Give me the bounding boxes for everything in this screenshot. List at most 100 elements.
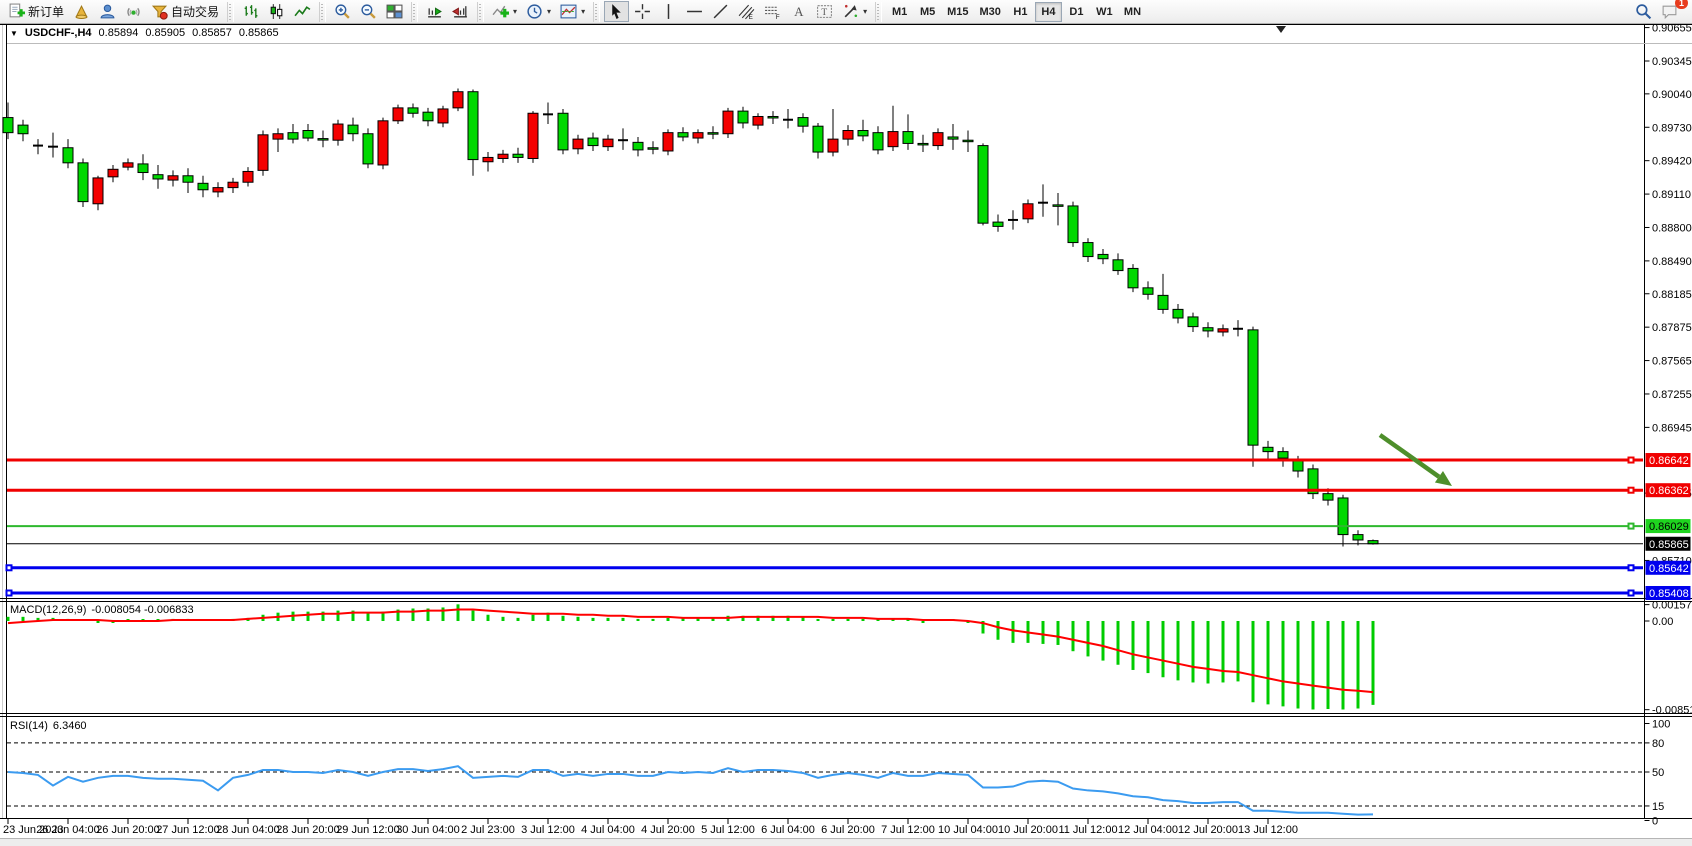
horizontal-line-icon xyxy=(686,3,703,20)
timeframe-button-M1[interactable]: M1 xyxy=(886,2,913,22)
svg-text:F: F xyxy=(776,14,780,20)
timeframe-button-MN[interactable]: MN xyxy=(1119,2,1146,22)
toolbar-separator xyxy=(593,2,600,22)
timeframe-button-M5[interactable]: M5 xyxy=(914,2,941,22)
dropdown-caret-icon: ▾ xyxy=(581,7,585,16)
svg-text:50: 50 xyxy=(1652,767,1664,779)
chart-canvas[interactable]: 0.906550.903450.900400.897300.894200.891… xyxy=(0,0,1692,846)
bar-chart-icon xyxy=(242,3,259,20)
svg-text:100: 100 xyxy=(1652,719,1670,731)
tile-windows-icon xyxy=(386,3,403,20)
fibonacci-icon: F xyxy=(764,3,781,20)
trendline-icon xyxy=(712,3,729,20)
zoom-in-icon xyxy=(334,3,351,20)
indicators-button[interactable]: ▾ xyxy=(488,1,521,22)
svg-text:0.88490: 0.88490 xyxy=(1652,256,1692,268)
high-value: 0.85905 xyxy=(145,27,185,39)
text-tool-button[interactable]: A xyxy=(786,1,811,22)
fibonacci-tool-button[interactable]: F xyxy=(760,1,785,22)
svg-text:0.86945: 0.86945 xyxy=(1652,422,1692,434)
crosshair-tool-button[interactable] xyxy=(630,1,655,22)
svg-text:0.89420: 0.89420 xyxy=(1652,156,1692,168)
timeframe-button-M30[interactable]: M30 xyxy=(975,2,1006,22)
arrows-tool-button[interactable]: ▾ xyxy=(838,1,871,22)
auto-scroll-button[interactable] xyxy=(422,1,447,22)
zoom-in-button[interactable] xyxy=(330,1,355,22)
svg-text:0.88800: 0.88800 xyxy=(1652,222,1692,234)
svg-text:6 Jul 20:00: 6 Jul 20:00 xyxy=(821,824,875,836)
svg-text:2 Jul 23:00: 2 Jul 23:00 xyxy=(461,824,515,836)
search-button[interactable] xyxy=(1631,1,1656,22)
timeframe-button-W1[interactable]: W1 xyxy=(1091,2,1118,22)
profile-icon xyxy=(99,3,116,20)
svg-text:13 Jul 12:00: 13 Jul 12:00 xyxy=(1238,824,1298,836)
svg-text:12 Jul 04:00: 12 Jul 04:00 xyxy=(1118,824,1178,836)
timeframe-button-H4[interactable]: H4 xyxy=(1035,2,1062,22)
periods-button[interactable]: ▾ xyxy=(522,1,555,22)
trendline-tool-button[interactable] xyxy=(708,1,733,22)
signals-icon xyxy=(125,3,142,20)
toolbar-separator xyxy=(227,2,234,22)
templates-button[interactable]: ▾ xyxy=(556,1,589,22)
toolbar-separator xyxy=(319,2,326,22)
autotrading-button[interactable]: 自动交易 xyxy=(147,1,223,22)
text-label-icon: T xyxy=(816,3,833,20)
toolbar-separator xyxy=(411,2,418,22)
charts-button[interactable] xyxy=(69,1,94,22)
svg-text:3 Jul 12:00: 3 Jul 12:00 xyxy=(521,824,575,836)
svg-text:10 Jul 20:00: 10 Jul 20:00 xyxy=(998,824,1058,836)
zoom-out-button[interactable] xyxy=(356,1,381,22)
svg-text:0.85642: 0.85642 xyxy=(1649,563,1689,575)
svg-text:11 Jul 12:00: 11 Jul 12:00 xyxy=(1058,824,1117,836)
new-order-label: 新订单 xyxy=(28,3,64,20)
symbol-period-label: USDCHF-,H4 xyxy=(25,27,92,39)
chat-button[interactable]: 1 xyxy=(1657,1,1682,22)
candlestick-chart-type-button[interactable] xyxy=(264,1,289,22)
svg-text:0.87875: 0.87875 xyxy=(1652,322,1692,334)
timeframe-button-H1[interactable]: H1 xyxy=(1007,2,1034,22)
svg-text:0.86362: 0.86362 xyxy=(1649,485,1689,497)
open-value: 0.85894 xyxy=(99,27,139,39)
svg-text:0.86642: 0.86642 xyxy=(1649,455,1689,467)
svg-text:0.89110: 0.89110 xyxy=(1652,189,1691,201)
svg-text:0.90345: 0.90345 xyxy=(1652,56,1692,68)
toolbar: 新订单 自动交易 xyxy=(0,0,1692,24)
svg-text:0.90040: 0.90040 xyxy=(1652,89,1692,101)
svg-text:4 Jul 04:00: 4 Jul 04:00 xyxy=(581,824,635,836)
svg-text:28 Jun 04:00: 28 Jun 04:00 xyxy=(216,824,280,836)
svg-text:30 Jun 04:00: 30 Jun 04:00 xyxy=(396,824,460,836)
svg-text:80: 80 xyxy=(1652,738,1664,750)
svg-text:0.85865: 0.85865 xyxy=(1649,539,1689,551)
text-label-tool-button[interactable]: T xyxy=(812,1,837,22)
signals-button[interactable] xyxy=(121,1,146,22)
svg-text:28 Jun 20:00: 28 Jun 20:00 xyxy=(276,824,340,836)
svg-text:10 Jul 04:00: 10 Jul 04:00 xyxy=(938,824,998,836)
horizontal-line-tool-button[interactable] xyxy=(682,1,707,22)
svg-text:0.90655: 0.90655 xyxy=(1652,23,1692,35)
timeframe-button-D1[interactable]: D1 xyxy=(1063,2,1090,22)
svg-text:15: 15 xyxy=(1652,801,1664,813)
equidistant-channel-icon: E xyxy=(738,3,755,20)
dropdown-caret-icon: ▾ xyxy=(863,7,867,16)
candlestick-icon xyxy=(268,3,285,20)
new-order-button[interactable]: 新订单 xyxy=(4,1,68,22)
cursor-tool-button[interactable] xyxy=(604,1,629,22)
vertical-line-tool-button[interactable] xyxy=(656,1,681,22)
chart-menu-triangle-icon[interactable]: ▼ xyxy=(10,29,18,38)
rsi-indicator-label: RSI(14)6.3460 xyxy=(10,720,87,732)
bar-chart-type-button[interactable] xyxy=(238,1,263,22)
autotrading-label: 自动交易 xyxy=(171,3,219,20)
svg-text:0.001573: 0.001573 xyxy=(1652,600,1692,612)
tile-windows-button[interactable] xyxy=(382,1,407,22)
line-chart-type-button[interactable] xyxy=(290,1,315,22)
profile-button[interactable] xyxy=(95,1,120,22)
svg-text:12 Jul 20:00: 12 Jul 20:00 xyxy=(1178,824,1238,836)
gold-cone-icon xyxy=(73,3,90,20)
clock-icon xyxy=(526,3,543,20)
channel-tool-button[interactable]: E xyxy=(734,1,759,22)
svg-text:6 Jul 04:00: 6 Jul 04:00 xyxy=(761,824,815,836)
chart-shift-button[interactable] xyxy=(448,1,473,22)
timeframe-button-M15[interactable]: M15 xyxy=(942,2,973,22)
line-chart-icon xyxy=(294,3,311,20)
svg-text:0.87565: 0.87565 xyxy=(1652,356,1692,368)
